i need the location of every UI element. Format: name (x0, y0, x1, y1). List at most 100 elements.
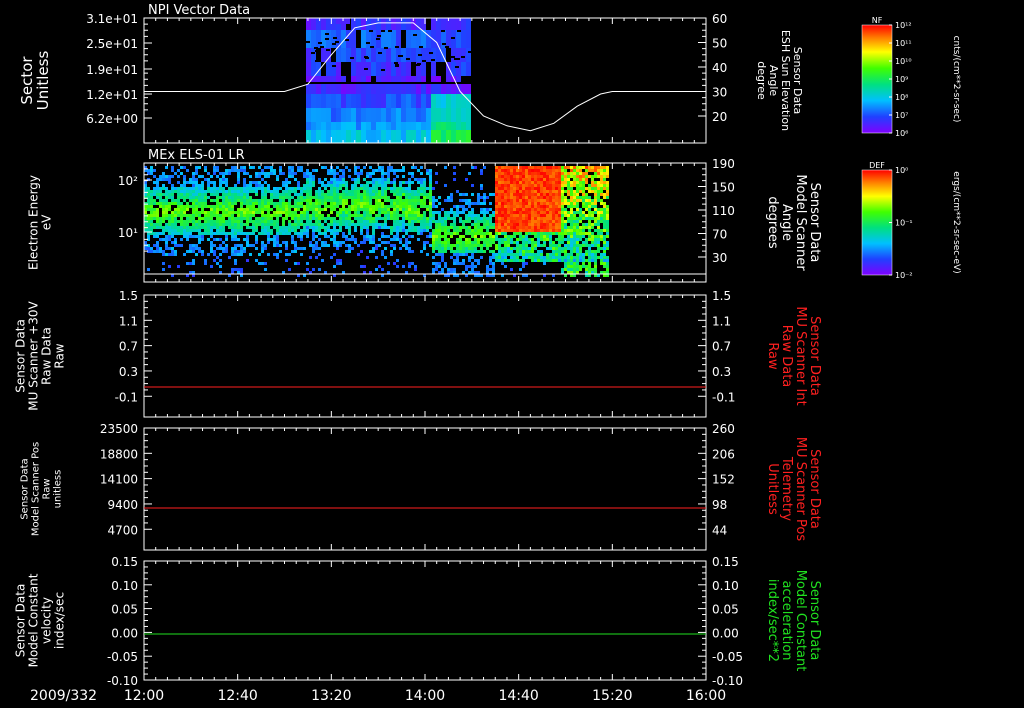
heatmap-cell (597, 199, 600, 202)
heatmap-cell (294, 208, 297, 211)
heatmap-cell (315, 199, 318, 202)
heatmap-cell (543, 226, 546, 229)
heatmap-cell (387, 199, 390, 202)
heatmap-cell (561, 181, 564, 184)
heatmap-cell (528, 208, 531, 211)
heatmap-cell (261, 220, 264, 223)
heatmap-cell (240, 217, 243, 220)
heatmap-cell (477, 244, 480, 247)
heatmap-cell (267, 223, 270, 226)
heatmap-cell (534, 172, 537, 175)
heatmap-cell (198, 175, 201, 178)
heatmap-cell (564, 229, 567, 232)
heatmap-cell (267, 190, 270, 193)
heatmap-cell (345, 190, 348, 193)
heatmap-cell (336, 211, 339, 214)
heatmap-cell (390, 187, 393, 190)
heatmap-cell (222, 223, 225, 226)
heatmap-cell (240, 244, 243, 247)
heatmap-cell (381, 211, 384, 214)
heatmap-cell (603, 244, 606, 247)
heatmap-cell (413, 34, 417, 36)
heatmap-cell (474, 220, 477, 223)
heatmap-cell (183, 166, 186, 169)
heatmap-cell (564, 184, 567, 187)
heatmap-cell (237, 181, 240, 184)
heatmap-cell (222, 214, 225, 217)
heatmap-cell (537, 229, 540, 232)
heatmap-cell (531, 238, 534, 241)
colorbar-label: DEF (869, 161, 885, 170)
heatmap-cell (531, 208, 534, 211)
heatmap-cell (438, 226, 441, 229)
heatmap-cell (582, 217, 585, 220)
heatmap-cell (549, 187, 552, 190)
heatmap-cell (558, 193, 561, 196)
heatmap-cell (549, 199, 552, 202)
heatmap-cell (321, 259, 324, 262)
heatmap-cell (558, 169, 561, 172)
heatmap-cell (573, 256, 576, 259)
heatmap-cell (456, 30, 461, 48)
heatmap-cell (414, 178, 417, 181)
heatmap-cell (537, 178, 540, 181)
heatmap-cell (534, 211, 537, 214)
heatmap-cell (381, 235, 384, 238)
heatmap-cell (516, 259, 519, 262)
heatmap-cell (326, 18, 331, 30)
heatmap-cell (311, 94, 316, 108)
heatmap-cell (198, 202, 201, 205)
heatmap-cell (396, 190, 399, 193)
heatmap-cell (546, 259, 549, 262)
heatmap-cell (432, 214, 435, 217)
heatmap-cell (435, 268, 438, 271)
heatmap-cell (540, 169, 543, 172)
heatmap-cell (495, 211, 498, 214)
heatmap-cell (378, 211, 381, 214)
heatmap-cell (543, 232, 546, 235)
heatmap-cell (426, 169, 429, 172)
heatmap-cell (426, 187, 429, 190)
heatmap-cell (426, 220, 429, 223)
heatmap-cell (462, 220, 465, 223)
heatmap-cell (525, 193, 528, 196)
heatmap-cell (396, 175, 399, 178)
heatmap-cell (486, 265, 489, 268)
heatmap-cell (369, 208, 372, 211)
heatmap-cell (261, 202, 264, 205)
heatmap-cell (510, 214, 513, 217)
heatmap-cell (564, 253, 567, 256)
heatmap-cell (198, 250, 201, 253)
heatmap-cell (522, 208, 525, 211)
heatmap-cell (555, 169, 558, 172)
heatmap-cell (252, 211, 255, 214)
heatmap-cell (375, 169, 378, 172)
heatmap-cell (504, 214, 507, 217)
heatmap-cell (237, 190, 240, 193)
heatmap-cell (279, 172, 282, 175)
heatmap-cell (420, 181, 423, 184)
heatmap-cell (477, 226, 480, 229)
heatmap-cell (414, 193, 417, 196)
heatmap-cell (498, 202, 501, 205)
y-tick-label: 9400 (107, 498, 138, 512)
heatmap-cell (354, 169, 357, 172)
heatmap-cell (489, 241, 492, 244)
heatmap-cell (396, 187, 399, 190)
heatmap-cell (600, 169, 603, 172)
heatmap-cell (429, 175, 432, 178)
heatmap-cell (326, 94, 331, 108)
heatmap-cell (462, 241, 465, 244)
heatmap-cell (492, 262, 495, 265)
heatmap-cell (552, 244, 555, 247)
heatmap-cell (210, 199, 213, 202)
heatmap-cell (276, 214, 279, 217)
y-right-tick-label: 0.3 (712, 365, 731, 379)
heatmap-cell (270, 238, 273, 241)
heatmap-cell (258, 184, 261, 187)
heatmap-cell (555, 205, 558, 208)
heatmap-cell (252, 208, 255, 211)
heatmap-cell (356, 108, 361, 122)
heatmap-cell (156, 211, 159, 214)
heatmap-cell (225, 238, 228, 241)
